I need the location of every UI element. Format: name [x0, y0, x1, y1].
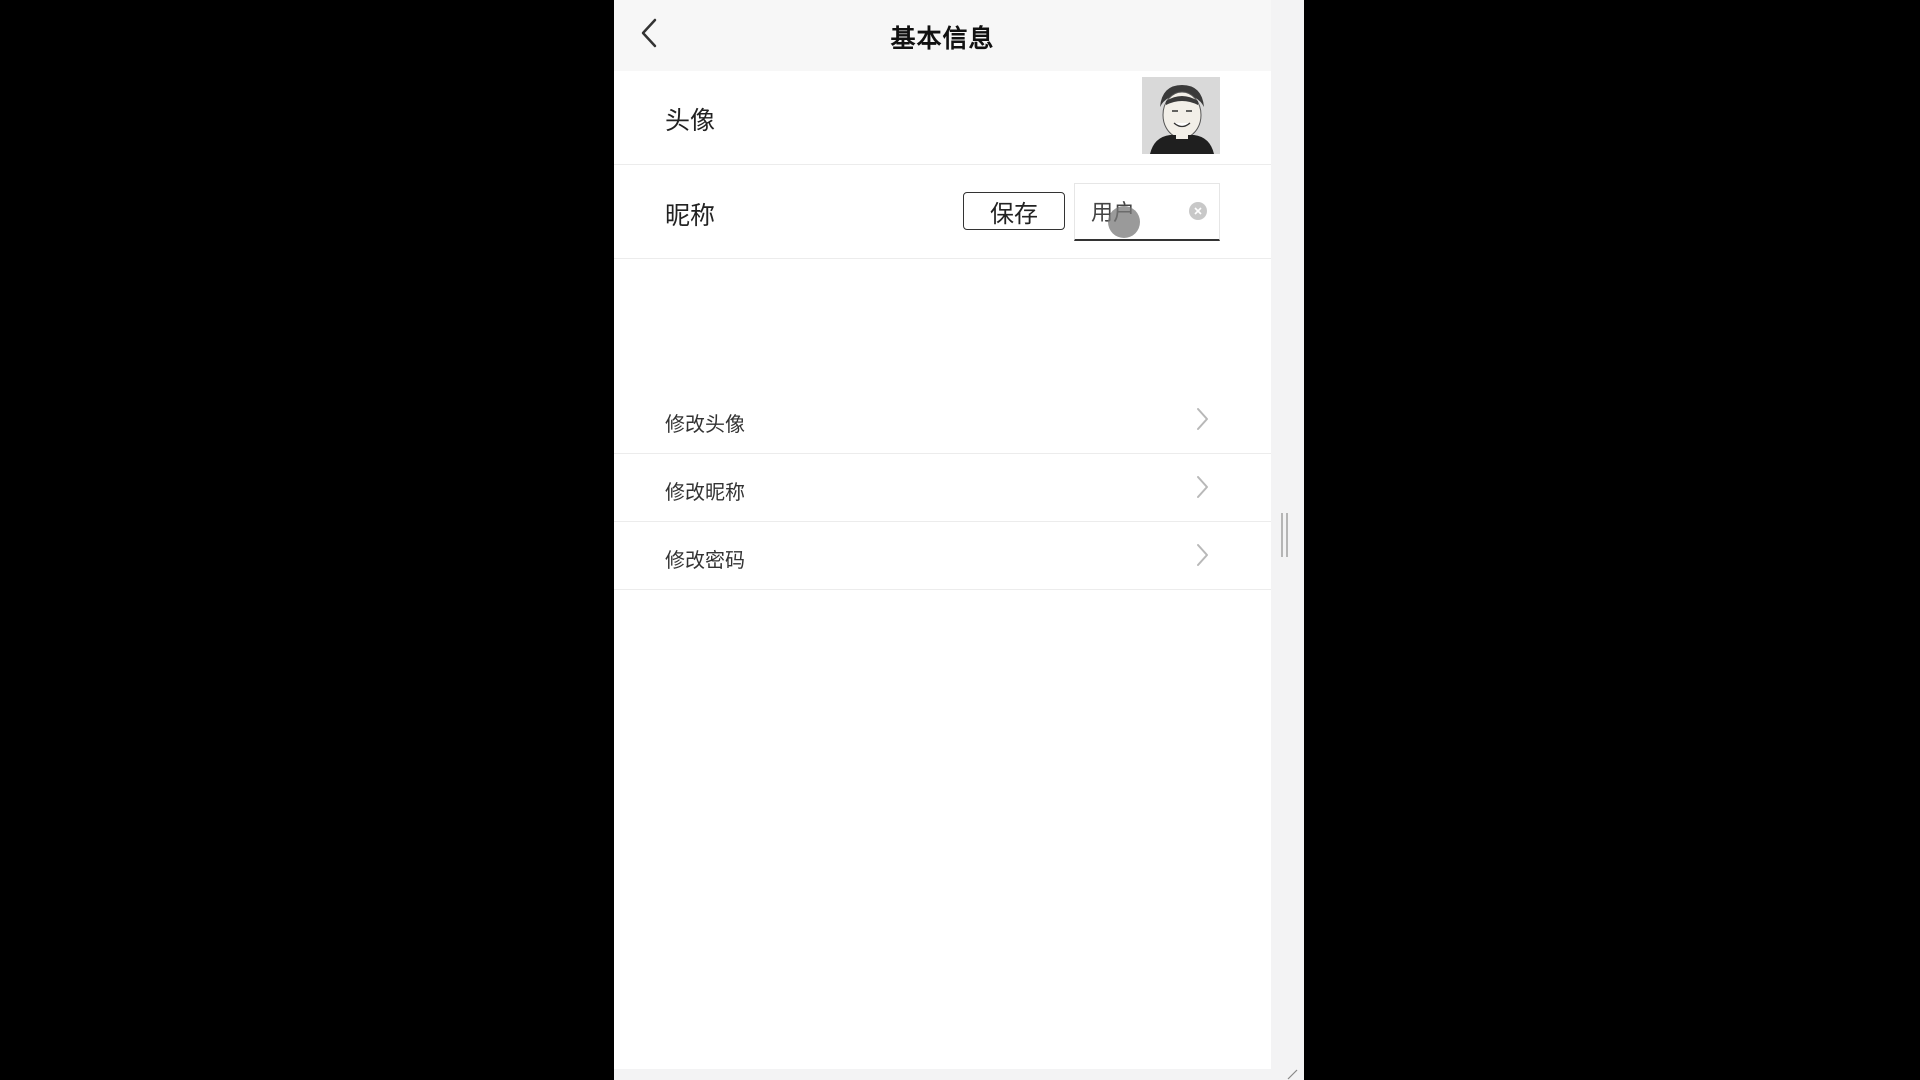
browser-frame: 基本信息 头像 昵称 保存 用户 修改头像 修改昵称 修改密码 [614, 0, 1304, 1080]
avatar-image-icon [1142, 77, 1220, 154]
close-icon [1194, 207, 1202, 215]
nickname-input[interactable] [1091, 194, 1181, 228]
nickname-field [1074, 183, 1220, 241]
nickname-row: 昵称 保存 [614, 165, 1271, 259]
chevron-right-icon [1197, 476, 1208, 498]
avatar-row: 头像 [614, 71, 1271, 165]
clear-circle-icon[interactable] [1189, 202, 1207, 220]
nickname-label: 昵称 [665, 201, 716, 230]
menu-item-label: 修改密码 [665, 548, 745, 572]
menu-item-change-nickname[interactable]: 修改昵称 [614, 454, 1271, 522]
menu-item-label: 修改昵称 [665, 480, 745, 504]
chevron-right-icon [1197, 544, 1208, 566]
avatar-label: 头像 [665, 106, 716, 135]
navbar: 基本信息 [614, 0, 1271, 71]
menu-item-change-password[interactable]: 修改密码 [614, 522, 1271, 590]
resize-grip-icon[interactable] [1286, 1068, 1298, 1080]
mobile-viewport: 基本信息 头像 昵称 保存 用户 修改头像 修改昵称 修改密码 [614, 0, 1271, 1069]
drag-handle[interactable] [1280, 513, 1290, 557]
page-title: 基本信息 [890, 24, 995, 53]
chevron-right-icon [1197, 408, 1208, 430]
avatar[interactable] [1142, 77, 1220, 154]
save-button[interactable]: 保存 [963, 192, 1065, 230]
settings-menu: 修改头像 修改昵称 修改密码 [614, 386, 1271, 590]
menu-item-change-avatar[interactable]: 修改头像 [614, 386, 1271, 454]
menu-item-label: 修改头像 [665, 412, 745, 436]
